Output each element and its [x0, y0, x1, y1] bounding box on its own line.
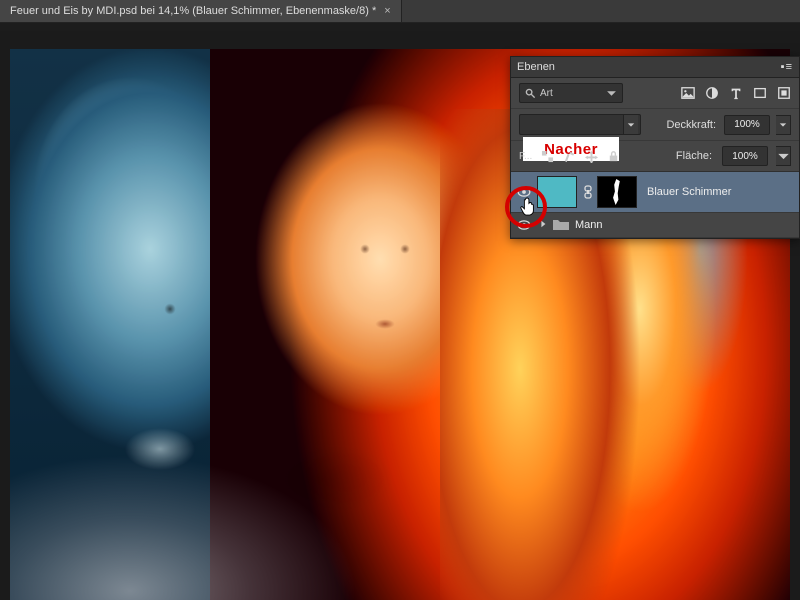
lock-transparency-icon[interactable]: [540, 149, 554, 163]
layer-mask-thumbnail[interactable]: [597, 176, 637, 208]
lock-position-icon[interactable]: [584, 149, 598, 163]
layers-panel-header[interactable]: Ebenen ▪≡: [511, 57, 799, 78]
filter-adjust-icon[interactable]: [705, 86, 719, 100]
opacity-label: Deckkraft:: [666, 119, 716, 131]
blend-opacity-row: Deckkraft: 100% Nacher: [511, 109, 799, 141]
filter-image-icon[interactable]: [681, 86, 695, 100]
fill-label: Fläche:: [676, 150, 712, 162]
opacity-value[interactable]: 100%: [724, 115, 770, 135]
blend-mode-dropdown[interactable]: [519, 114, 641, 135]
layers-filter-row: Art: [511, 78, 799, 109]
layer-filter-icons: [681, 86, 791, 100]
visibility-toggle[interactable]: [511, 220, 537, 230]
cursor-hand-icon: [519, 197, 537, 220]
lock-pixels-icon[interactable]: [562, 149, 576, 163]
visibility-toggle[interactable]: [511, 187, 537, 197]
fill-stepper[interactable]: [776, 146, 791, 166]
layer-thumbnail[interactable]: [537, 176, 577, 208]
folder-icon: [547, 218, 569, 233]
document-tab[interactable]: Feuer und Eis by MDI.psd bei 14,1% (Blau…: [0, 0, 402, 22]
lock-row-label: F...: [519, 151, 532, 162]
layer-row-mann[interactable]: Mann: [511, 213, 799, 238]
layers-panel-title: Ebenen: [517, 61, 555, 73]
layers-list: Blauer Schimmer Mann: [511, 172, 799, 238]
layers-panel: Ebenen ▪≡ Art Deckkraft: 100%: [510, 56, 800, 239]
document-tab-bar: Feuer und Eis by MDI.psd bei 14,1% (Blau…: [0, 0, 800, 23]
filter-shape-icon[interactable]: [753, 86, 767, 100]
lock-all-icon[interactable]: [606, 149, 620, 163]
layer-row-blauer-schimmer[interactable]: Blauer Schimmer: [511, 172, 799, 213]
layer-name-label[interactable]: Mann: [575, 219, 603, 231]
filter-type-icon[interactable]: [729, 86, 743, 100]
close-tab-icon[interactable]: ×: [384, 5, 390, 17]
opacity-stepper[interactable]: [776, 115, 791, 135]
chevron-down-icon: [606, 88, 617, 99]
app-window: Feuer und Eis by MDI.psd bei 14,1% (Blau…: [0, 0, 800, 600]
expand-arrow-icon[interactable]: [539, 219, 547, 231]
chevron-down-icon: [623, 115, 638, 134]
search-icon: [525, 88, 536, 99]
artwork-smoke: [10, 411, 370, 600]
fill-value[interactable]: 100%: [722, 146, 768, 166]
mask-link-icon[interactable]: [581, 185, 595, 199]
layer-search-label: Art: [540, 88, 553, 99]
lock-fill-row: F... Fläche: 100%: [511, 141, 799, 172]
filter-smart-icon[interactable]: [777, 86, 791, 100]
panel-menu-icon[interactable]: ▪≡: [781, 61, 793, 73]
document-tab-title: Feuer und Eis by MDI.psd bei 14,1% (Blau…: [10, 5, 376, 17]
layer-name-label[interactable]: Blauer Schimmer: [647, 186, 731, 198]
layer-search[interactable]: Art: [519, 83, 623, 103]
